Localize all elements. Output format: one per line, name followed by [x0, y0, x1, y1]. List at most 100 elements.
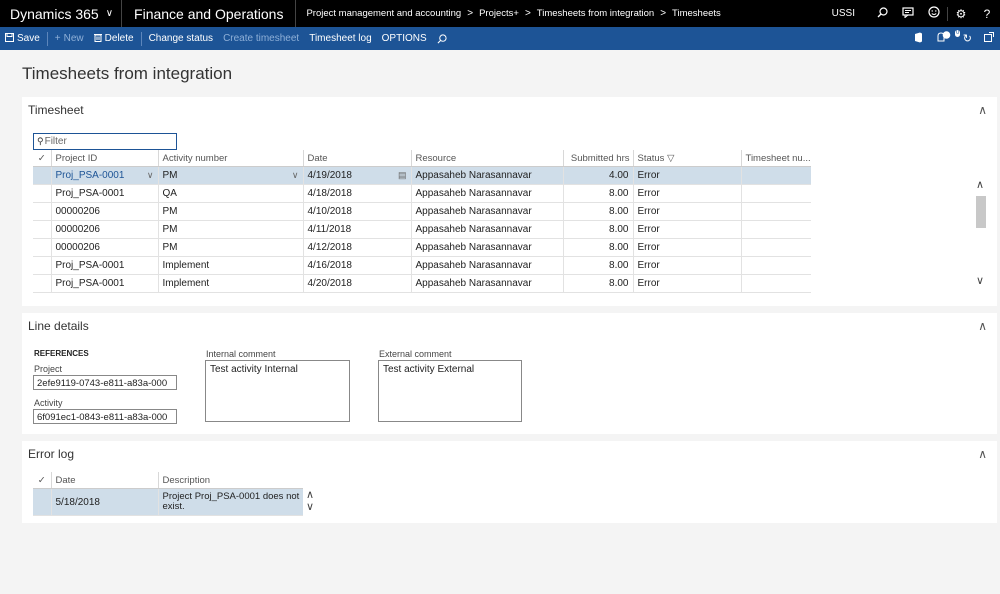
error-date-cell[interactable]: 5/18/2018	[50, 488, 158, 516]
resource-cell[interactable]: Appasaheb Narasannavar	[410, 274, 563, 293]
activity-reference-field[interactable]: 6f091ec1-0843-e811-a83a-000	[33, 409, 177, 424]
breadcrumb-item-projects[interactable]: Projects+	[479, 8, 519, 19]
timesheet-number-cell[interactable]	[740, 274, 811, 293]
chevron-up-icon[interactable]: ∧	[978, 447, 987, 461]
new-button[interactable]: + New	[50, 33, 89, 44]
status-cell[interactable]: Error	[632, 166, 741, 185]
column-header-activity[interactable]: Activity number	[157, 150, 303, 167]
scrollbar-thumb[interactable]	[976, 196, 986, 228]
change-status-button[interactable]: Change status	[144, 33, 219, 44]
row-selector[interactable]	[33, 488, 51, 516]
activity-cell[interactable]: PM	[157, 202, 303, 221]
row-selector[interactable]	[33, 238, 51, 257]
hours-cell[interactable]: 8.00	[562, 184, 633, 203]
date-cell[interactable]: 4/19/2018 ▤	[302, 166, 411, 185]
chevron-down-icon[interactable]: ∨	[147, 170, 154, 181]
chevron-down-icon[interactable]: ∨	[304, 500, 316, 513]
error-log-panel-header[interactable]: Error log	[28, 447, 74, 461]
delete-button[interactable]: Delete	[89, 33, 139, 45]
table-row[interactable]: Proj_PSA-0001 QA 4/18/2018 Appasaheb Nar…	[33, 184, 811, 203]
row-selector[interactable]	[33, 220, 51, 239]
timesheet-number-cell[interactable]	[740, 238, 811, 257]
refresh-icon[interactable]: ↻	[963, 32, 972, 45]
table-row[interactable]: Proj_PSA-0001 ∨ PM ∨ 4/19/2018 ▤ Appasaheb …	[33, 166, 811, 185]
row-selector[interactable]	[33, 166, 51, 185]
timesheet-number-cell[interactable]	[740, 256, 811, 275]
table-row[interactable]: 00000206 PM 4/12/2018 Appasaheb Narasann…	[33, 238, 811, 257]
date-cell[interactable]: 4/11/2018	[302, 220, 411, 239]
row-selector[interactable]	[33, 184, 51, 203]
grid-filter-input[interactable]: ⚲ Filter	[33, 133, 177, 150]
row-selector[interactable]	[33, 202, 51, 221]
search-icon[interactable]	[432, 33, 452, 44]
select-all-checkbox[interactable]: ✓	[33, 150, 51, 167]
row-selector[interactable]	[33, 274, 51, 293]
timesheet-number-cell[interactable]	[740, 220, 811, 239]
external-comment-textarea[interactable]: Test activity External	[378, 360, 522, 422]
breadcrumb-item-module[interactable]: Project management and accounting	[306, 8, 461, 19]
open-new-window-icon[interactable]	[984, 32, 994, 45]
date-cell[interactable]: 4/16/2018	[302, 256, 411, 275]
activity-cell[interactable]: Implement	[157, 256, 303, 275]
app-switcher[interactable]: Dynamics 365 ∨	[0, 0, 123, 27]
project-id-cell[interactable]: Proj_PSA-0001	[50, 274, 158, 293]
resource-cell[interactable]: Appasaheb Narasannavar	[410, 184, 563, 203]
create-timesheet-button[interactable]: Create timesheet	[218, 33, 304, 44]
column-header-status[interactable]: Status ▽	[632, 150, 741, 167]
timesheet-number-cell[interactable]	[740, 166, 811, 185]
column-header-resource[interactable]: Resource	[410, 150, 563, 167]
internal-comment-textarea[interactable]: Test activity Internal	[205, 360, 350, 422]
table-row[interactable]: 00000206 PM 4/11/2018 Appasaheb Narasann…	[33, 220, 811, 239]
smiley-feedback-icon[interactable]	[921, 6, 947, 21]
resource-cell[interactable]: Appasaheb Narasannavar	[410, 166, 563, 185]
status-cell[interactable]: Error	[632, 220, 741, 239]
error-description-cell[interactable]: Project Proj_PSA-0001 does not exist.	[157, 488, 303, 516]
table-row[interactable]: 00000206 PM 4/10/2018 Appasaheb Narasann…	[33, 202, 811, 221]
resource-cell[interactable]: Appasaheb Narasannavar	[410, 238, 563, 257]
activity-cell[interactable]: QA	[157, 184, 303, 203]
options-tab[interactable]: OPTIONS	[377, 33, 432, 44]
hours-cell[interactable]: 8.00	[562, 220, 633, 239]
project-reference-field[interactable]: 2efe9119-0743-e811-a83a-000	[33, 375, 177, 390]
row-selector[interactable]	[33, 256, 51, 275]
gear-icon[interactable]: ⚙	[947, 6, 974, 21]
date-cell[interactable]: 4/18/2018	[302, 184, 411, 203]
hours-cell[interactable]: 8.00	[562, 238, 633, 257]
resource-cell[interactable]: Appasaheb Narasannavar	[410, 220, 563, 239]
chevron-up-icon[interactable]: ∧	[978, 319, 987, 333]
timesheet-number-cell[interactable]	[740, 184, 811, 203]
status-cell[interactable]: Error	[632, 202, 741, 221]
column-header-submitted-hrs[interactable]: Submitted hrs	[562, 150, 633, 167]
calendar-icon[interactable]: ▤	[398, 170, 407, 181]
chevron-up-icon[interactable]: ∧	[978, 103, 987, 117]
error-log-scrollbar[interactable]: ∧ ∨	[304, 488, 316, 516]
table-row[interactable]: 5/18/2018 Project Proj_PSA-0001 does not…	[33, 488, 303, 516]
project-id-cell[interactable]: Proj_PSA-0001	[50, 256, 158, 275]
select-all-checkbox[interactable]: ✓	[33, 472, 51, 489]
activity-cell[interactable]: PM	[157, 220, 303, 239]
table-row[interactable]: Proj_PSA-0001 Implement 4/16/2018 Appasa…	[33, 256, 811, 275]
hours-cell[interactable]: 8.00	[562, 274, 633, 293]
hours-cell[interactable]: 4.00	[562, 166, 633, 185]
project-id-cell[interactable]: 00000206	[50, 202, 158, 221]
project-id-cell[interactable]: 00000206	[50, 238, 158, 257]
breadcrumb-item-timesheets[interactable]: Timesheets	[672, 8, 721, 19]
chevron-up-icon[interactable]: ∧	[974, 178, 986, 191]
message-icon[interactable]	[895, 6, 921, 21]
line-details-panel-header[interactable]: Line details	[28, 319, 89, 333]
date-cell[interactable]: 4/10/2018	[302, 202, 411, 221]
chevron-down-icon[interactable]: ∨	[974, 274, 986, 287]
timesheet-panel-header[interactable]: Timesheet	[28, 103, 84, 117]
activity-cell[interactable]: PM	[157, 238, 303, 257]
resource-cell[interactable]: Appasaheb Narasannavar	[410, 202, 563, 221]
status-cell[interactable]: Error	[632, 184, 741, 203]
project-id-cell[interactable]: Proj_PSA-0001	[50, 184, 158, 203]
column-header-error-description[interactable]: Description	[157, 472, 303, 489]
save-button[interactable]: Save	[0, 32, 45, 45]
status-cell[interactable]: Error	[632, 238, 741, 257]
office-icon[interactable]	[914, 32, 923, 46]
company-picker[interactable]: USSI	[832, 8, 855, 19]
help-icon[interactable]: ?	[974, 7, 1000, 21]
activity-cell[interactable]: Implement	[157, 274, 303, 293]
date-cell[interactable]: 4/20/2018	[302, 274, 411, 293]
